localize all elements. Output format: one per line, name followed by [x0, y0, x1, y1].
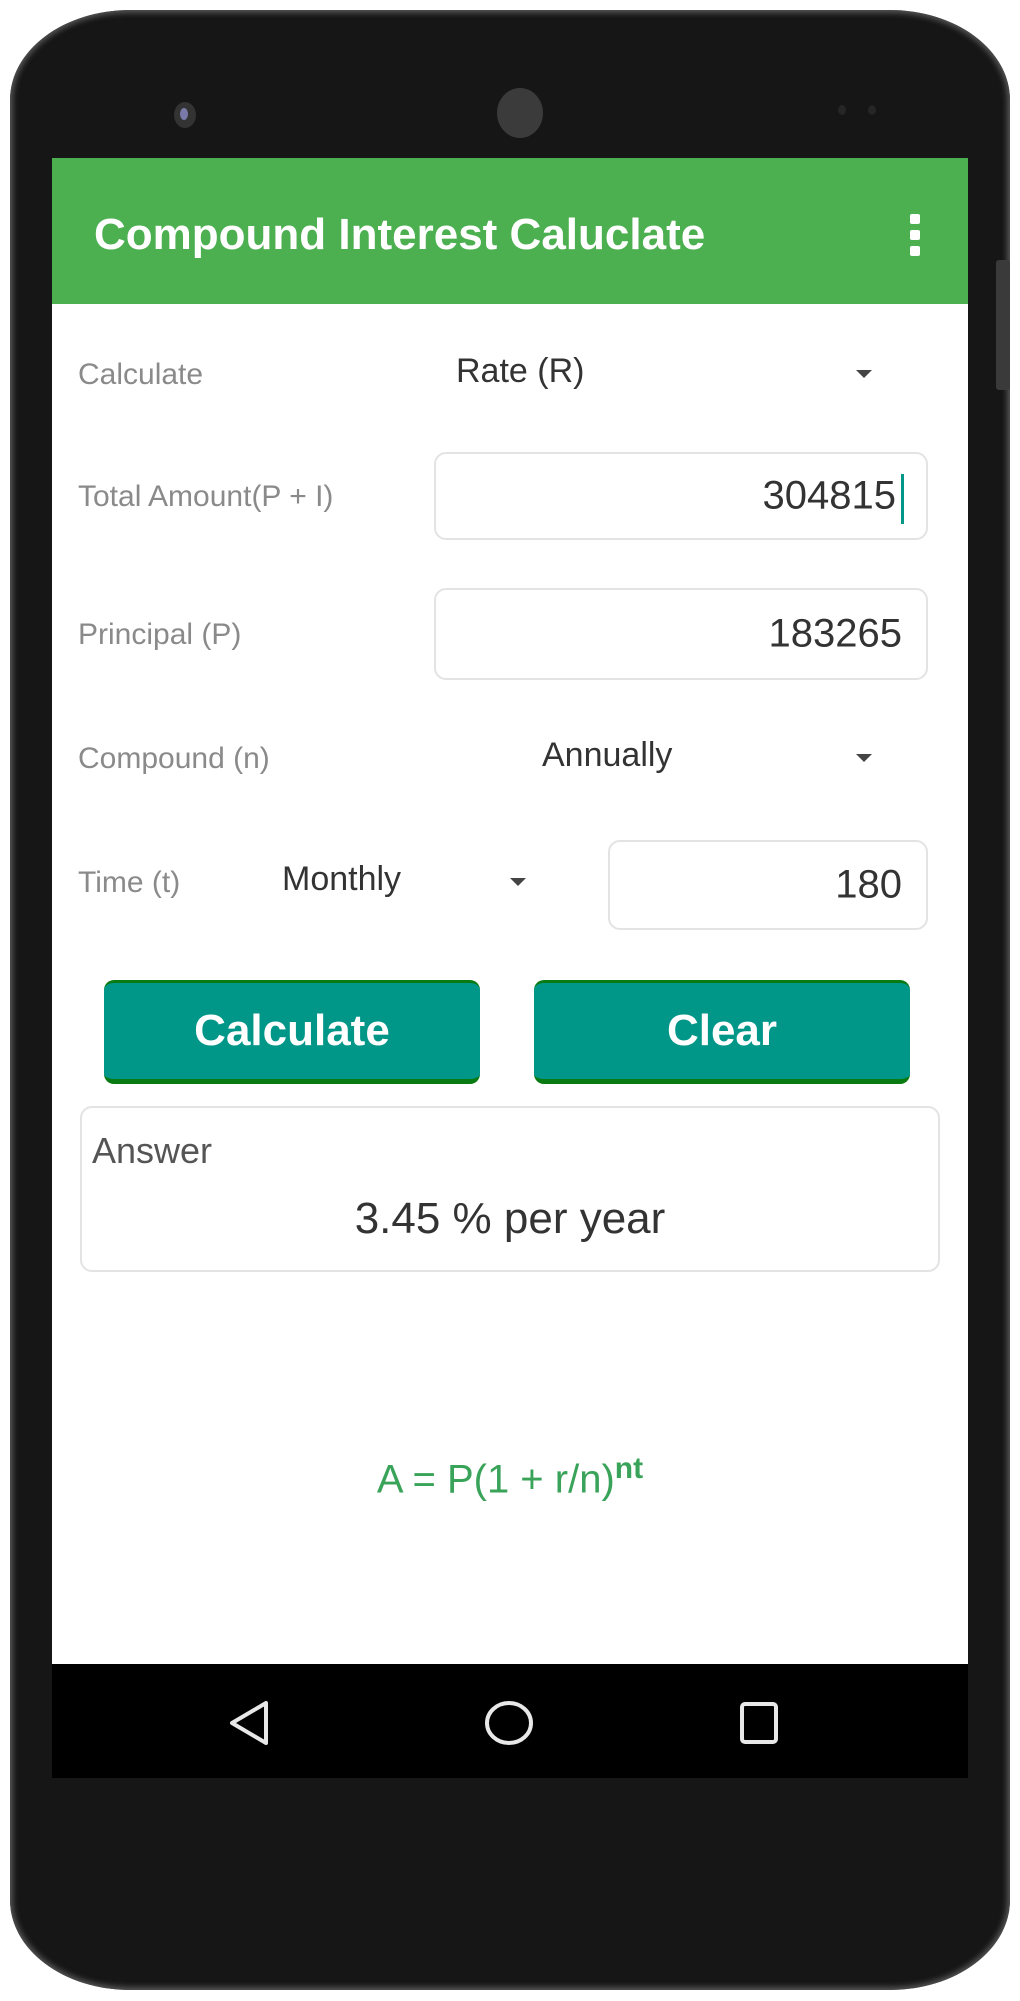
time-label: Time (t) [78, 866, 181, 899]
total-amount-value: 304815 [762, 473, 896, 518]
calculate-label: Calculate [78, 358, 204, 391]
compound-label: Compound (n) [78, 742, 270, 775]
principal-value: 183265 [768, 611, 902, 656]
answer-title: Answer [92, 1130, 213, 1171]
answer-value: 3.45 % per year [354, 1194, 666, 1243]
recents-square-icon[interactable] [738, 1700, 780, 1746]
chevron-down-icon[interactable] [510, 878, 526, 886]
chevron-down-icon[interactable] [856, 754, 872, 762]
formula: A = P(1 + r/n)nt [52, 1452, 968, 1502]
back-triangle-icon[interactable] [228, 1700, 270, 1746]
app-title: Compound Interest Caluclate [94, 210, 706, 259]
calculate-button[interactable]: Calculate [104, 980, 480, 1084]
notification-led [174, 102, 196, 128]
formula-base: A = P(1 + r/n) [376, 1457, 615, 1502]
time-unit-spinner[interactable]: Monthly [282, 860, 401, 899]
compound-spinner[interactable]: Annually [542, 736, 672, 775]
home-circle-icon[interactable] [484, 1700, 534, 1746]
calculate-spinner[interactable]: Rate (R) [456, 352, 584, 391]
volume-button [996, 260, 1010, 390]
front-camera [497, 88, 543, 138]
time-value: 180 [835, 862, 902, 907]
formula-exponent: nt [614, 1452, 644, 1485]
proximity-sensor [838, 105, 846, 115]
principal-input[interactable]: 183265 [434, 588, 928, 680]
answer-card: Answer 3.45 % per year [80, 1106, 940, 1272]
system-nav-bar [52, 1664, 968, 1778]
clear-button[interactable]: Clear [534, 980, 910, 1084]
total-amount-label: Total Amount(P + I) [78, 480, 334, 513]
total-amount-input[interactable]: 304815 [434, 452, 928, 540]
time-input[interactable]: 180 [608, 840, 928, 930]
app-bar: Compound Interest Caluclate [52, 158, 968, 304]
principal-label: Principal (P) [78, 618, 242, 651]
more-vert-icon[interactable] [908, 214, 922, 260]
app-screen: Compound Interest Caluclate Calculate Ra… [52, 158, 968, 1664]
light-sensor [868, 105, 876, 115]
text-cursor [901, 474, 904, 524]
chevron-down-icon[interactable] [856, 370, 872, 378]
